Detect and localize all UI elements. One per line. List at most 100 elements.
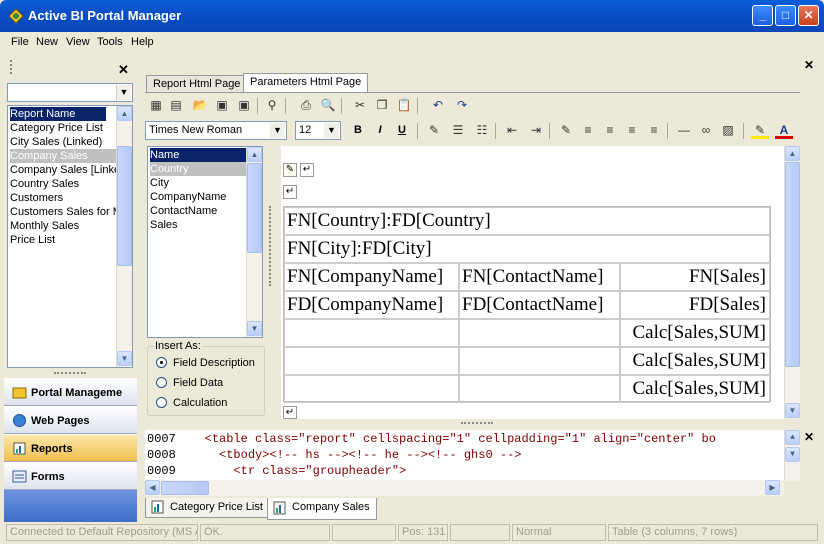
italic-button[interactable]: I <box>371 121 389 139</box>
scroll-down-icon[interactable]: ▼ <box>247 321 262 336</box>
list-item[interactable]: Customers Sales for M <box>10 205 118 219</box>
radio-calculation[interactable]: Calculation <box>156 397 227 413</box>
scroll-up-icon[interactable]: ▲ <box>247 147 262 162</box>
table-cell[interactable] <box>284 375 459 403</box>
font-name-combo[interactable]: Times New Roman ▼ <box>145 121 287 140</box>
close-window-button[interactable]: ✕ <box>798 5 819 26</box>
image-icon[interactable]: ▨ <box>719 121 737 139</box>
list-item[interactable]: Price List <box>10 233 118 247</box>
menu-help[interactable]: Help <box>131 36 154 48</box>
field-list-scrollbar[interactable]: ▲ ▼ <box>246 147 262 337</box>
code-scrollbar[interactable]: ▲ ▼ <box>784 430 800 481</box>
menu-tools[interactable]: Tools <box>97 36 123 48</box>
undo-icon[interactable]: ↶ <box>429 96 447 114</box>
bullet-list-icon[interactable]: ☷ <box>473 121 491 139</box>
radio-field-data[interactable]: Field Data <box>156 377 223 393</box>
table-cell[interactable]: FD[ContactName] <box>459 291 620 319</box>
scroll-up-icon[interactable]: ▲ <box>117 106 132 121</box>
html-editor[interactable]: ✎ ↵ ↵ FN[Country]:FD[Country] FN[City]:F… <box>281 146 796 419</box>
edit-mode-icon[interactable]: ✎ <box>557 121 575 139</box>
table-cell[interactable]: Calc[Sales,SUM] <box>620 347 770 375</box>
chevron-down-icon[interactable]: ▼ <box>270 123 285 138</box>
table-cell[interactable] <box>284 319 459 347</box>
save-as-icon[interactable]: ▣ <box>235 96 253 114</box>
list-item[interactable]: City Sales (Linked) <box>10 135 118 149</box>
table-cell[interactable]: FN[CompanyName] <box>284 263 459 291</box>
scroll-left-icon[interactable]: ◀ <box>145 480 160 495</box>
nav-web-pages[interactable]: Web Pages <box>4 406 137 434</box>
justify-icon[interactable]: ≡ <box>645 121 663 139</box>
table-cell[interactable] <box>459 375 620 403</box>
list-item[interactable]: CompanyName <box>150 190 246 204</box>
minimize-button[interactable]: _ <box>752 5 773 26</box>
scroll-up-icon[interactable]: ▲ <box>785 430 800 445</box>
list-item[interactable]: Company Sales [Linke <box>10 163 118 177</box>
copy-icon[interactable]: ❐ <box>373 96 391 114</box>
scroll-thumb[interactable] <box>117 146 132 266</box>
radio-icon[interactable] <box>156 377 167 388</box>
table-cell[interactable]: FN[ContactName] <box>459 263 620 291</box>
table-cell[interactable]: FN[Country]:FD[Country] <box>284 207 770 235</box>
save-icon[interactable]: ▣ <box>213 96 231 114</box>
list-item[interactable]: Sales <box>150 218 246 232</box>
menu-new[interactable]: New <box>36 36 58 48</box>
chevron-down-icon[interactable]: ▼ <box>116 85 131 100</box>
table-cell[interactable]: Calc[Sales,SUM] <box>620 319 770 347</box>
menu-file[interactable]: File <box>11 36 29 48</box>
list-item[interactable]: Company Sales <box>10 149 118 163</box>
code-hscrollbar[interactable]: ◀ ▶ <box>145 480 784 496</box>
table-cell[interactable]: FD[CompanyName] <box>284 291 459 319</box>
grip-icon[interactable] <box>10 60 13 74</box>
horizontal-splitter[interactable] <box>461 422 493 425</box>
tab-company-sales[interactable]: Company Sales <box>267 498 377 520</box>
scroll-down-icon[interactable]: ▼ <box>785 403 800 418</box>
bold-button[interactable]: B <box>349 121 367 139</box>
scroll-down-icon[interactable]: ▼ <box>117 351 132 366</box>
numbered-list-icon[interactable]: ☰ <box>449 121 467 139</box>
list-item[interactable]: City <box>150 176 246 190</box>
scroll-thumb[interactable] <box>247 163 262 253</box>
list-item[interactable]: ContactName <box>150 204 246 218</box>
list-item[interactable]: Report Name <box>10 107 106 121</box>
radio-icon[interactable] <box>156 397 167 408</box>
list-item[interactable]: Category Price List <box>10 121 118 135</box>
align-left-icon[interactable]: ≡ <box>579 121 597 139</box>
menu-view[interactable]: View <box>66 36 90 48</box>
horizontal-rule-icon[interactable]: — <box>675 121 693 139</box>
table-cell[interactable]: Calc[Sales,SUM] <box>620 375 770 403</box>
list-item[interactable]: Customers <box>10 191 118 205</box>
editor-scrollbar[interactable]: ▲ ▼ <box>784 146 800 419</box>
html-source-view[interactable]: 0007 <table class="report" cellspacing="… <box>145 430 800 481</box>
scroll-down-icon[interactable]: ▼ <box>785 447 800 462</box>
print-icon[interactable]: ⎙ <box>297 96 315 114</box>
nav-forms[interactable]: Forms <box>4 462 137 490</box>
report-list[interactable]: Report Name Category Price List City Sal… <box>7 105 133 368</box>
vertical-splitter[interactable] <box>269 206 272 286</box>
properties-icon[interactable]: ▦ <box>147 96 165 114</box>
report-table[interactable]: FN[Country]:FD[Country] FN[City]:FD[City… <box>283 206 771 403</box>
open-icon[interactable]: 📂 <box>191 96 209 114</box>
paste-icon[interactable]: 📋 <box>395 96 413 114</box>
left-pane-close-button[interactable]: ✕ <box>118 62 129 78</box>
print-preview-icon[interactable]: 🔍 <box>319 96 337 114</box>
find-icon[interactable]: ⚲ <box>263 96 281 114</box>
scroll-thumb[interactable] <box>785 162 800 367</box>
tab-parameters-html-page[interactable]: Parameters Html Page <box>243 73 369 93</box>
main-close-button[interactable]: ✕ <box>804 58 814 72</box>
list-item[interactable]: Name <box>150 148 246 162</box>
align-right-icon[interactable]: ≡ <box>623 121 641 139</box>
font-color-icon[interactable]: A <box>775 121 793 139</box>
report-filter-combo[interactable]: ▼ <box>7 83 133 102</box>
list-item[interactable]: Monthly Sales <box>10 219 118 233</box>
new-page-icon[interactable]: ▤ <box>167 96 185 114</box>
highlight-color-icon[interactable]: ✎ <box>751 121 769 139</box>
table-cell[interactable] <box>459 347 620 375</box>
splitter-grip[interactable] <box>54 372 86 375</box>
list-item[interactable]: Country Sales <box>10 177 118 191</box>
title-bar[interactable]: Active BI Portal Manager _ □ ✕ <box>0 0 824 32</box>
table-cell[interactable]: FN[Sales] <box>620 263 770 291</box>
redo-icon[interactable]: ↷ <box>453 96 471 114</box>
link-icon[interactable]: ∞ <box>697 121 715 139</box>
list-item[interactable]: Country <box>150 162 246 176</box>
nav-portal-management[interactable]: Portal Manageme <box>4 378 137 406</box>
